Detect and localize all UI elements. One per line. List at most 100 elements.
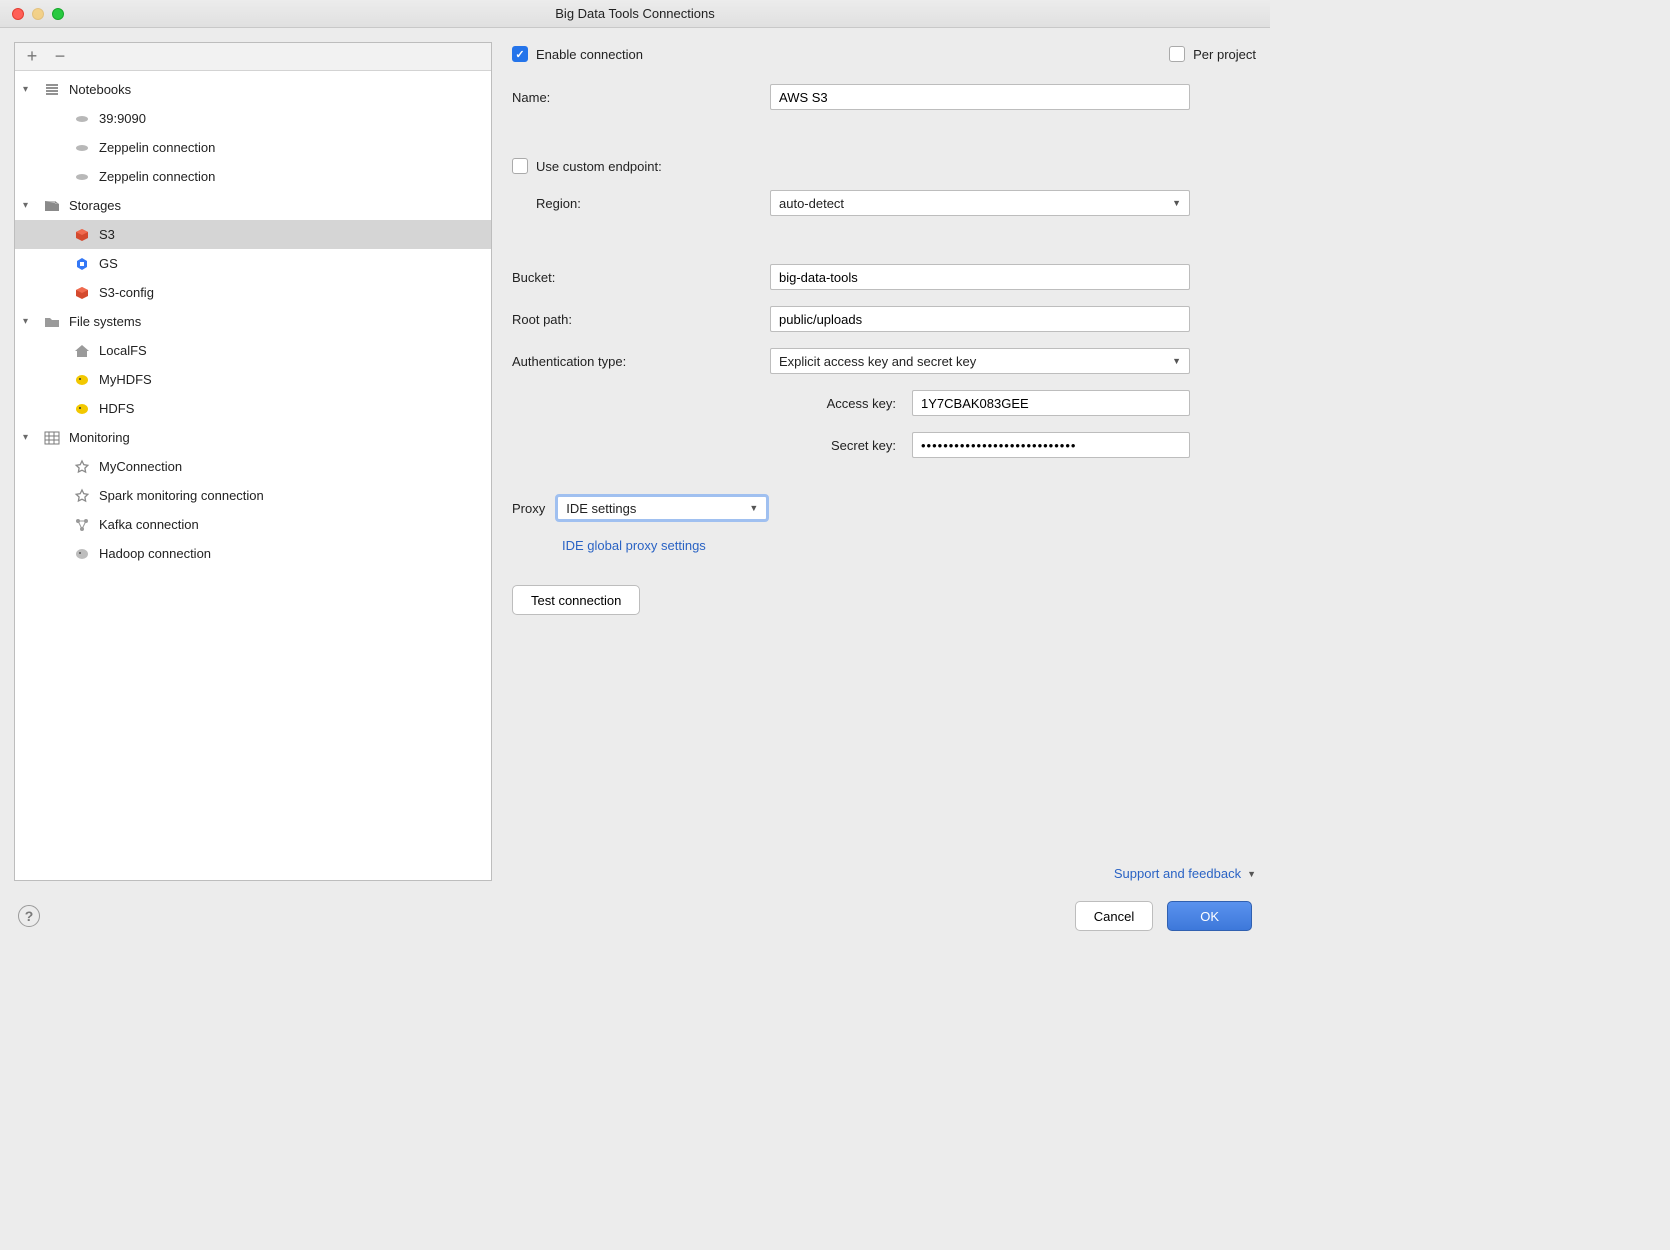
- tree-group-label: Notebooks: [69, 82, 131, 97]
- access-key-input[interactable]: [912, 390, 1190, 416]
- connection-settings-panel: ✓ Enable connection Per project Name: Us…: [512, 42, 1256, 881]
- star-icon: [73, 487, 91, 505]
- per-project-checkbox[interactable]: Per project: [1169, 46, 1256, 62]
- home-icon: [73, 342, 91, 360]
- access-key-label: Access key:: [512, 396, 912, 411]
- bucket-input[interactable]: [770, 264, 1190, 290]
- connections-sidebar: + − ▾ Notebooks 39:9090 Zeppelin connect…: [14, 42, 492, 881]
- region-label: Region:: [512, 196, 770, 211]
- tree-item[interactable]: S3: [15, 220, 491, 249]
- auth-type-value: Explicit access key and secret key: [779, 354, 976, 369]
- disc-icon: [73, 168, 91, 186]
- window-maximize-icon[interactable]: [52, 8, 64, 20]
- secret-key-label: Secret key:: [512, 438, 912, 453]
- tree-item-label: Spark monitoring connection: [99, 488, 264, 503]
- root-path-label: Root path:: [512, 312, 770, 327]
- tree-item-label: Zeppelin connection: [99, 169, 215, 184]
- auth-type-label: Authentication type:: [512, 354, 770, 369]
- titlebar: Big Data Tools Connections: [0, 0, 1270, 28]
- cube-red-icon: [73, 284, 91, 302]
- tree-item-label: 39:9090: [99, 111, 146, 126]
- remove-connection-button[interactable]: −: [53, 46, 67, 67]
- enable-connection-label: Enable connection: [536, 47, 643, 62]
- window-title: Big Data Tools Connections: [0, 6, 1270, 21]
- nodes-icon: [73, 516, 91, 534]
- add-connection-button[interactable]: +: [25, 46, 39, 67]
- test-connection-button[interactable]: Test connection: [512, 585, 640, 615]
- window-close-icon[interactable]: [12, 8, 24, 20]
- tree-item[interactable]: MyConnection: [15, 452, 491, 481]
- tree-item-label: Kafka connection: [99, 517, 199, 532]
- proxy-settings-link[interactable]: IDE global proxy settings: [562, 538, 706, 553]
- checkbox-icon: ✓: [512, 46, 528, 62]
- custom-endpoint-checkbox[interactable]: Use custom endpoint:: [512, 158, 662, 174]
- connections-tree[interactable]: ▾ Notebooks 39:9090 Zeppelin connection …: [15, 71, 491, 880]
- tree-item[interactable]: Zeppelin connection: [15, 133, 491, 162]
- tree-group-label: File systems: [69, 314, 141, 329]
- tree-group[interactable]: ▾ Storages: [15, 191, 491, 220]
- tree-group-label: Storages: [69, 198, 121, 213]
- tree-item[interactable]: S3-config: [15, 278, 491, 307]
- root-path-input[interactable]: [770, 306, 1190, 332]
- elephant-icon: [73, 371, 91, 389]
- folder-icon: [43, 313, 61, 331]
- chevron-down-icon: ▾: [23, 316, 35, 327]
- tree-group-label: Monitoring: [69, 430, 130, 445]
- chevron-down-icon: ▼: [1247, 869, 1256, 879]
- checkbox-icon: [512, 158, 528, 174]
- tree-item-label: GS: [99, 256, 118, 271]
- tree-item[interactable]: Spark monitoring connection: [15, 481, 491, 510]
- tree-group[interactable]: ▾ File systems: [15, 307, 491, 336]
- tree-item-label: Zeppelin connection: [99, 140, 215, 155]
- star-icon: [73, 458, 91, 476]
- tree-item[interactable]: GS: [15, 249, 491, 278]
- region-select[interactable]: auto-detect ▼: [770, 190, 1190, 216]
- chevron-down-icon: ▼: [1172, 356, 1181, 366]
- support-feedback-link[interactable]: Support and feedback: [1114, 866, 1241, 881]
- cancel-button[interactable]: Cancel: [1075, 901, 1153, 931]
- elephant-icon: [73, 400, 91, 418]
- proxy-label: Proxy: [512, 501, 545, 516]
- tree-item[interactable]: HDFS: [15, 394, 491, 423]
- tree-item[interactable]: Zeppelin connection: [15, 162, 491, 191]
- tree-item[interactable]: LocalFS: [15, 336, 491, 365]
- disc-icon: [73, 139, 91, 157]
- region-value: auto-detect: [779, 196, 844, 211]
- elephant-grey-icon: [73, 545, 91, 563]
- tree-item-label: Hadoop connection: [99, 546, 211, 561]
- tree-item-label: MyHDFS: [99, 372, 152, 387]
- tree-group[interactable]: ▾ Monitoring: [15, 423, 491, 452]
- hex-blue-icon: [73, 255, 91, 273]
- tree-item[interactable]: MyHDFS: [15, 365, 491, 394]
- chevron-down-icon: ▾: [23, 432, 35, 443]
- window-minimize-icon: [32, 8, 44, 20]
- per-project-label: Per project: [1193, 47, 1256, 62]
- name-input[interactable]: [770, 84, 1190, 110]
- auth-type-select[interactable]: Explicit access key and secret key ▼: [770, 348, 1190, 374]
- ok-button[interactable]: OK: [1167, 901, 1252, 931]
- chevron-down-icon: ▼: [749, 503, 758, 513]
- checkbox-icon: [1169, 46, 1185, 62]
- tree-group[interactable]: ▾ Notebooks: [15, 75, 491, 104]
- secret-key-input[interactable]: [912, 432, 1190, 458]
- custom-endpoint-label: Use custom endpoint:: [536, 159, 662, 174]
- proxy-select[interactable]: IDE settings ▼: [555, 494, 769, 522]
- grid-icon: [43, 429, 61, 447]
- lines-icon: [43, 81, 61, 99]
- enable-connection-checkbox[interactable]: ✓ Enable connection: [512, 46, 643, 62]
- name-label: Name:: [512, 90, 770, 105]
- tree-item-label: S3-config: [99, 285, 154, 300]
- tree-item-label: HDFS: [99, 401, 134, 416]
- tree-item-label: MyConnection: [99, 459, 182, 474]
- cube-red-icon: [73, 226, 91, 244]
- chevron-down-icon: ▾: [23, 200, 35, 211]
- chevron-down-icon: ▼: [1172, 198, 1181, 208]
- tree-item-label: S3: [99, 227, 115, 242]
- chevron-down-icon: ▾: [23, 84, 35, 95]
- proxy-value: IDE settings: [566, 501, 636, 516]
- tree-item-label: LocalFS: [99, 343, 147, 358]
- tree-item[interactable]: 39:9090: [15, 104, 491, 133]
- tree-item[interactable]: Kafka connection: [15, 510, 491, 539]
- help-button[interactable]: ?: [18, 905, 40, 927]
- tree-item[interactable]: Hadoop connection: [15, 539, 491, 568]
